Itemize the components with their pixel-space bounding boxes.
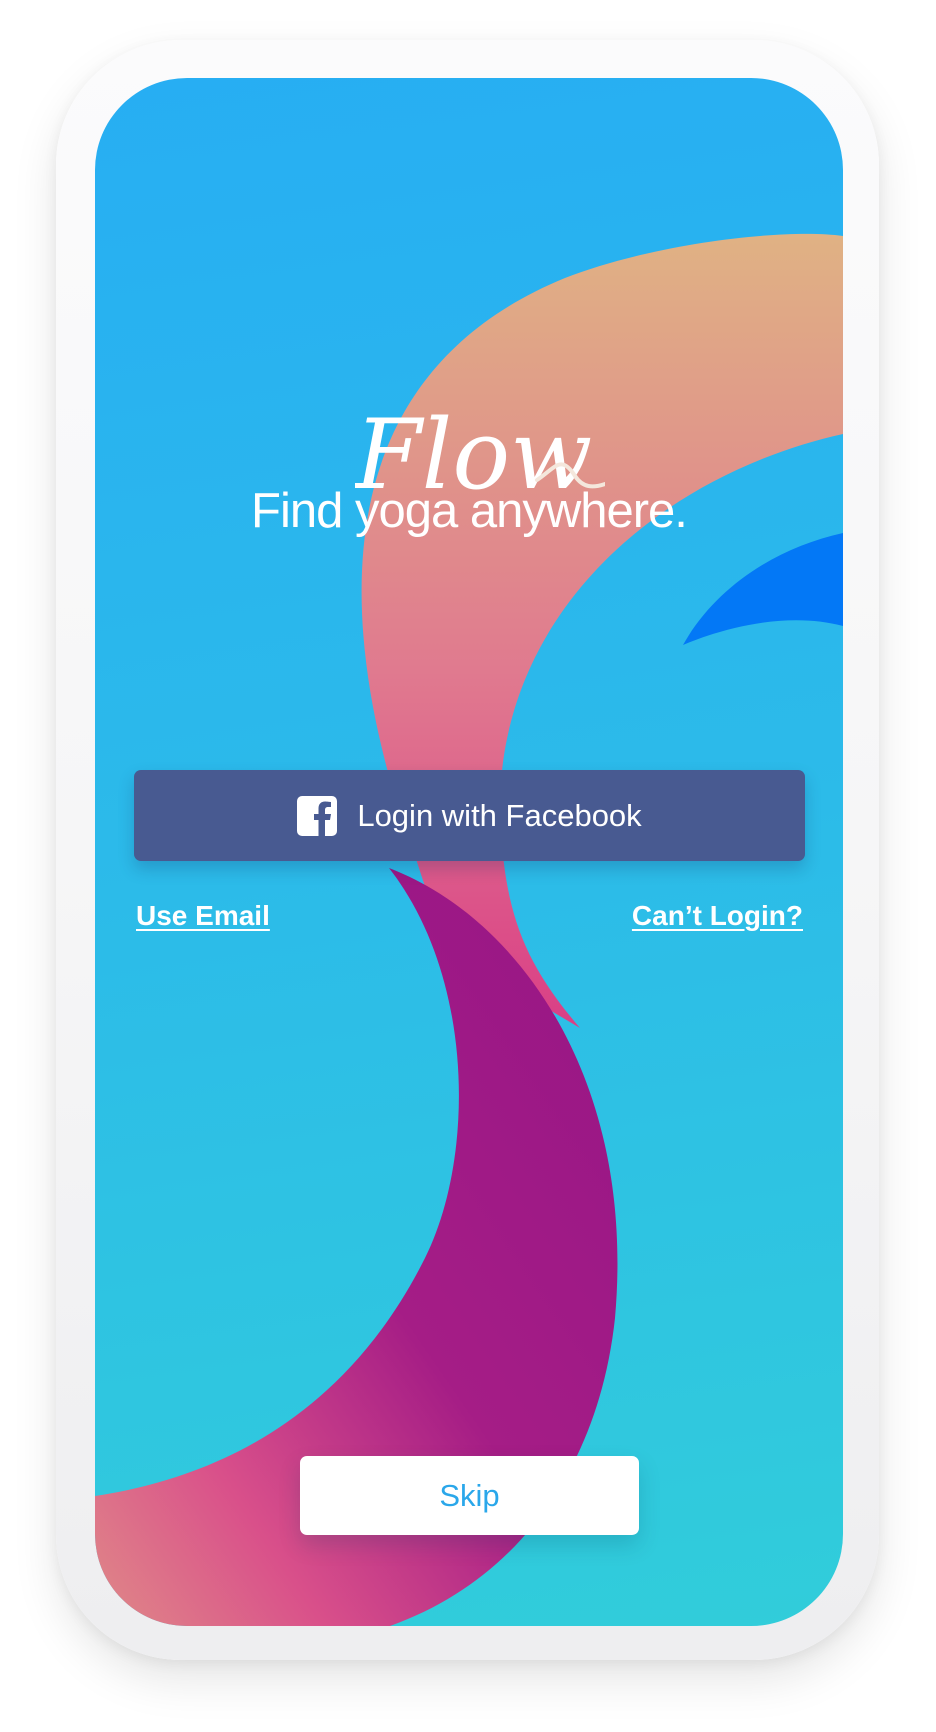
login-with-facebook-button[interactable]: Login with Facebook bbox=[134, 770, 805, 861]
accent-blue-arc bbox=[683, 533, 843, 645]
facebook-button-label: Login with Facebook bbox=[357, 797, 642, 833]
skip-button[interactable]: Skip bbox=[300, 1456, 639, 1535]
skip-button-label: Skip bbox=[439, 1477, 500, 1513]
cant-login-link[interactable]: Can’t Login? bbox=[632, 900, 803, 932]
facebook-icon bbox=[297, 795, 338, 836]
app-screen: Flow Find yoga anywhere. Login with Face… bbox=[95, 78, 843, 1626]
use-email-link[interactable]: Use Email bbox=[136, 900, 270, 932]
tagline: Find yoga anywhere. bbox=[251, 484, 688, 538]
flow-logo: Flow bbox=[355, 399, 605, 496]
logo-wordmark: Flow bbox=[355, 399, 592, 496]
